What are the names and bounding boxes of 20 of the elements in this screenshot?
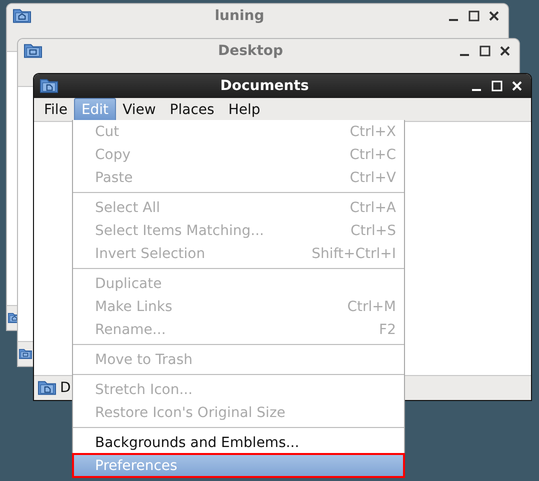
folder-icon: [13, 8, 31, 24]
menu-bar-item[interactable]: Help: [221, 98, 268, 121]
menu-bar-item[interactable]: View: [116, 98, 163, 121]
menu-bar-item[interactable]: File: [37, 98, 74, 121]
window-title: luning: [214, 8, 266, 24]
folder-icon: [40, 78, 58, 94]
menu-item[interactable]: Preferences: [73, 454, 404, 477]
folder-icon: [24, 43, 42, 59]
window-title: Documents: [219, 78, 310, 94]
maximize-button[interactable]: [468, 10, 480, 22]
menu-bar-item[interactable]: Places: [162, 98, 222, 121]
menu-item[interactable]: Backgrounds and Emblems...: [73, 431, 404, 454]
menu-bar-item[interactable]: Edit: [74, 98, 116, 121]
maximize-button[interactable]: [479, 45, 491, 57]
location-label: D: [60, 380, 71, 396]
close-button[interactable]: [499, 45, 511, 57]
folder-icon: [19, 348, 32, 360]
close-button[interactable]: [488, 10, 500, 22]
window-title: Desktop: [216, 43, 284, 59]
folder-icon: [38, 380, 56, 396]
